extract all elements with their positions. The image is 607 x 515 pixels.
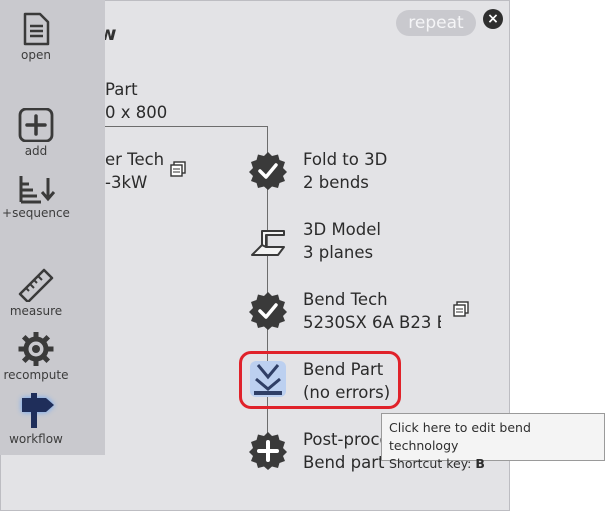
workflow-label: workflow [9,432,63,446]
step-bendpart-title[interactable]: Bend Part [303,360,383,380]
add-icon [18,108,54,142]
measure-button[interactable]: measure [0,268,72,318]
add-button[interactable]: add [0,108,72,158]
document-icon [23,12,50,46]
copy-icon[interactable] [169,161,187,179]
ruler-icon [18,268,54,302]
check-badge-icon[interactable] [248,151,288,191]
measure-label: measure [9,304,63,318]
sequence-button[interactable]: +sequence [0,176,72,220]
plus-badge-icon[interactable] [248,431,288,471]
connector-horizontal [105,126,268,127]
bend-part-icon[interactable] [248,359,288,399]
left-step-1-subtitle: 0 x 800 [105,103,168,122]
step-3dmodel-title[interactable]: 3D Model [303,220,381,240]
3d-model-icon[interactable] [248,221,288,261]
step-bendtech-subtitle[interactable]: 5230SX 6A B23 BM [303,313,441,333]
sort-sequence-icon [19,176,55,204]
left-toolbar: open add +sequence measure recompute wor… [0,0,105,455]
tooltip-shortcut-label: Shortcut key: [389,456,476,471]
tooltip-shortcut: Shortcut key: B [389,455,597,473]
step-bendpart-subtitle[interactable]: (no errors) [303,383,390,403]
recompute-button[interactable]: recompute [0,332,72,382]
recompute-label: recompute [3,368,69,382]
sequence-label: +sequence [2,206,70,220]
gear-icon [18,332,54,366]
left-step-1-title: Part [105,80,138,99]
open-label: open [21,48,51,62]
step-bendtech-title[interactable]: Bend Tech [303,290,388,310]
tooltip-shortcut-key: B [475,456,485,471]
repeat-button[interactable]: repeat [396,10,476,36]
check-badge-icon[interactable] [248,291,288,331]
open-button[interactable]: open [0,12,72,62]
close-button[interactable]: × [483,9,503,29]
left-step-2-title[interactable]: er Tech [105,150,164,170]
step-fold-title[interactable]: Fold to 3D [303,150,387,170]
step-post-title[interactable]: Post-proce [303,430,390,450]
step-3dmodel-subtitle[interactable]: 3 planes [303,243,373,263]
copy-icon[interactable] [452,301,470,319]
step-post-subtitle[interactable]: Bend part [303,453,385,473]
tooltip-text: Click here to edit bend technology [389,420,531,453]
signpost-icon [22,393,54,428]
step-fold-subtitle[interactable]: 2 bends [303,173,369,193]
left-step-2-subtitle[interactable]: -3kW [105,173,147,193]
workflow-button[interactable]: workflow [0,392,72,446]
tooltip: Click here to edit bend technology Short… [381,413,605,471]
add-label: add [24,144,48,158]
